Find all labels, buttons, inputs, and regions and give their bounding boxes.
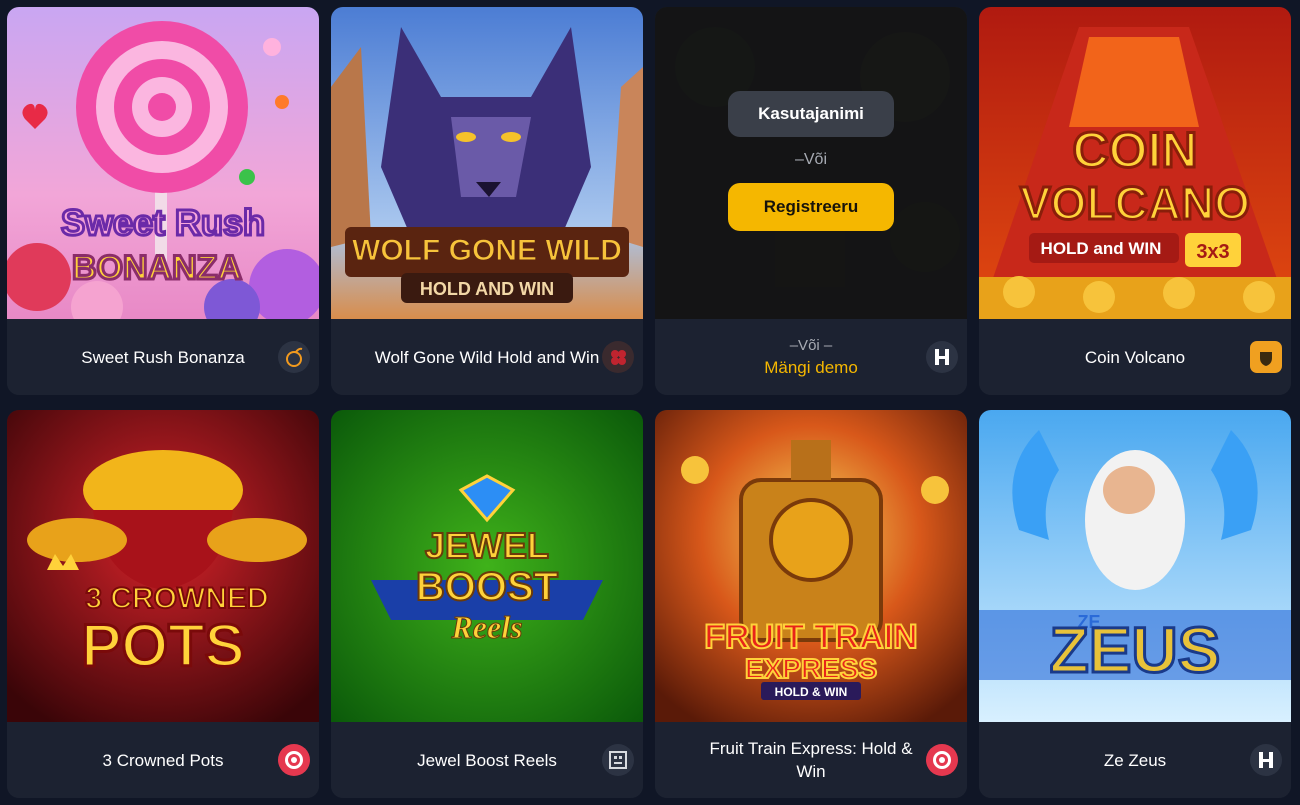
game-title[interactable]: Wolf Gone Wild Hold and Win bbox=[371, 319, 603, 395]
game-card-jewel-boost-reels[interactable]: JEWEL BOOST Reels Jewel Boost Reels bbox=[331, 410, 643, 798]
game-card-hover[interactable]: Kasutajanimi –Või Registreeru –Või – Män… bbox=[655, 7, 967, 395]
game-logo-line: 3 CROWNED bbox=[85, 582, 268, 615]
game-title[interactable]: Coin Volcano bbox=[1019, 319, 1251, 395]
game-logo-line: VOLCANO bbox=[1020, 177, 1250, 229]
game-card-footer: 3 Crowned Pots bbox=[7, 722, 319, 798]
game-logo-line: HOLD AND WIN bbox=[420, 279, 554, 299]
game-logo-line: POTS bbox=[81, 612, 244, 679]
game-title[interactable]: Fruit Train Express: Hold & Win bbox=[695, 722, 927, 798]
game-thumbnail[interactable]: WOLF GONE WILD HOLD AND WIN bbox=[331, 7, 643, 319]
game-card-wolf-gone-wild[interactable]: WOLF GONE WILD HOLD AND WIN Wolf Gone Wi… bbox=[331, 7, 643, 395]
game-card-3-crowned-pots[interactable]: 3 CROWNED POTS 3 Crowned Pots bbox=[7, 410, 319, 798]
game-card-footer: Ze Zeus bbox=[979, 722, 1291, 798]
game-logo-line: Reels bbox=[450, 609, 522, 645]
tribal-mask-icon bbox=[609, 751, 627, 769]
game-logo-line: WOLF GONE WILD bbox=[352, 234, 622, 267]
game-logo-line: Sweet Rush bbox=[61, 202, 265, 243]
game-card-footer: Coin Volcano bbox=[979, 319, 1291, 395]
game-thumbnail[interactable]: FRUIT TRAIN EXPRESS HOLD & WIN bbox=[655, 410, 967, 722]
hover-overlay: Kasutajanimi –Või Registreeru bbox=[655, 7, 967, 319]
game-card-coin-volcano[interactable]: COIN VOLCANO HOLD and WIN 3x3 Coin Volca… bbox=[979, 7, 1291, 395]
or-separator: –Või – bbox=[789, 337, 833, 354]
provider-badge bbox=[1250, 341, 1282, 373]
game-thumbnail[interactable]: ZE ZEUS bbox=[979, 410, 1291, 722]
game-card-footer: Wolf Gone Wild Hold and Win bbox=[331, 319, 643, 395]
game-thumbnail[interactable]: Sweet Rush BONANZA bbox=[7, 7, 319, 319]
provider-badge bbox=[926, 744, 958, 776]
game-logo-line: EXPRESS bbox=[745, 653, 877, 684]
games-grid: Sweet Rush BONANZA Sweet Rush Bonanza WO… bbox=[0, 0, 1300, 805]
game-logo-line: HOLD & WIN bbox=[775, 685, 848, 699]
provider-badge bbox=[926, 341, 958, 373]
game-card-ze-zeus[interactable]: ZE ZEUS Ze Zeus bbox=[979, 410, 1291, 798]
target-icon bbox=[285, 751, 303, 769]
leaf-cluster-icon bbox=[611, 350, 626, 365]
h-block-icon bbox=[935, 349, 949, 365]
game-title[interactable]: 3 Crowned Pots bbox=[47, 722, 279, 798]
game-logo-line: JEWEL bbox=[425, 525, 549, 566]
game-logo-line: ZEUS bbox=[1050, 614, 1221, 686]
game-thumbnail: Kasutajanimi –Või Registreeru bbox=[655, 7, 967, 319]
game-logo-line: FRUIT TRAIN bbox=[704, 618, 917, 656]
game-title[interactable]: Ze Zeus bbox=[1019, 722, 1251, 798]
game-thumbnail[interactable]: JEWEL BOOST Reels bbox=[331, 410, 643, 722]
h-block-icon bbox=[1259, 752, 1273, 768]
game-logo-line: BONANZA bbox=[72, 249, 242, 287]
register-button[interactable]: Registreeru bbox=[728, 183, 894, 231]
game-card-footer: Jewel Boost Reels bbox=[331, 722, 643, 798]
game-card-fruit-train-express[interactable]: FRUIT TRAIN EXPRESS HOLD & WIN Fruit Tra… bbox=[655, 410, 967, 798]
game-title[interactable]: Jewel Boost Reels bbox=[371, 722, 603, 798]
game-thumbnail[interactable]: COIN VOLCANO HOLD and WIN 3x3 bbox=[979, 7, 1291, 319]
game-logo-line: HOLD and WIN bbox=[1041, 239, 1162, 258]
game-card-footer: Sweet Rush Bonanza bbox=[7, 319, 319, 395]
game-logo-line: 3x3 bbox=[1196, 241, 1229, 263]
game-card-footer: Fruit Train Express: Hold & Win bbox=[655, 722, 967, 798]
demo-block: –Või – Mängi demo bbox=[695, 319, 927, 395]
shield-acorn-icon bbox=[1260, 352, 1272, 366]
play-demo-link[interactable]: Mängi demo bbox=[764, 356, 858, 379]
provider-badge bbox=[1250, 744, 1282, 776]
game-thumbnail[interactable]: 3 CROWNED POTS bbox=[7, 410, 319, 722]
username-button[interactable]: Kasutajanimi bbox=[728, 91, 894, 137]
provider-badge bbox=[278, 744, 310, 776]
game-logo-line: BOOST bbox=[416, 565, 558, 609]
bomb-icon bbox=[286, 347, 303, 367]
provider-badge bbox=[602, 744, 634, 776]
game-card-footer: –Või – Mängi demo bbox=[655, 319, 967, 395]
provider-badge bbox=[602, 341, 634, 373]
game-title[interactable]: Sweet Rush Bonanza bbox=[47, 319, 279, 395]
game-card-sweet-rush-bonanza[interactable]: Sweet Rush BONANZA Sweet Rush Bonanza bbox=[7, 7, 319, 395]
game-logo-line: COIN bbox=[1073, 122, 1198, 178]
or-separator: –Või bbox=[794, 151, 828, 168]
provider-badge bbox=[278, 341, 310, 373]
target-icon bbox=[933, 751, 951, 769]
